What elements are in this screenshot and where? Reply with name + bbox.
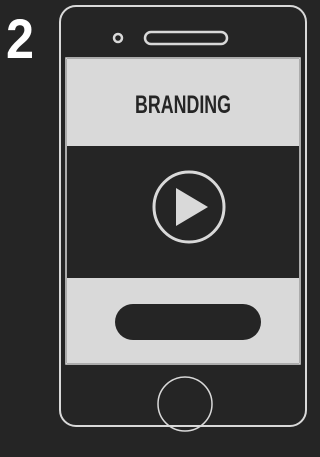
cta-button[interactable] bbox=[115, 304, 261, 340]
storyboard-frame: 2 BRANDING bbox=[0, 0, 312, 457]
branding-label: BRANDING bbox=[135, 91, 231, 119]
step-number: 2 bbox=[6, 7, 34, 70]
wireframe-diagram: 2 BRANDING bbox=[6, 5, 307, 432]
